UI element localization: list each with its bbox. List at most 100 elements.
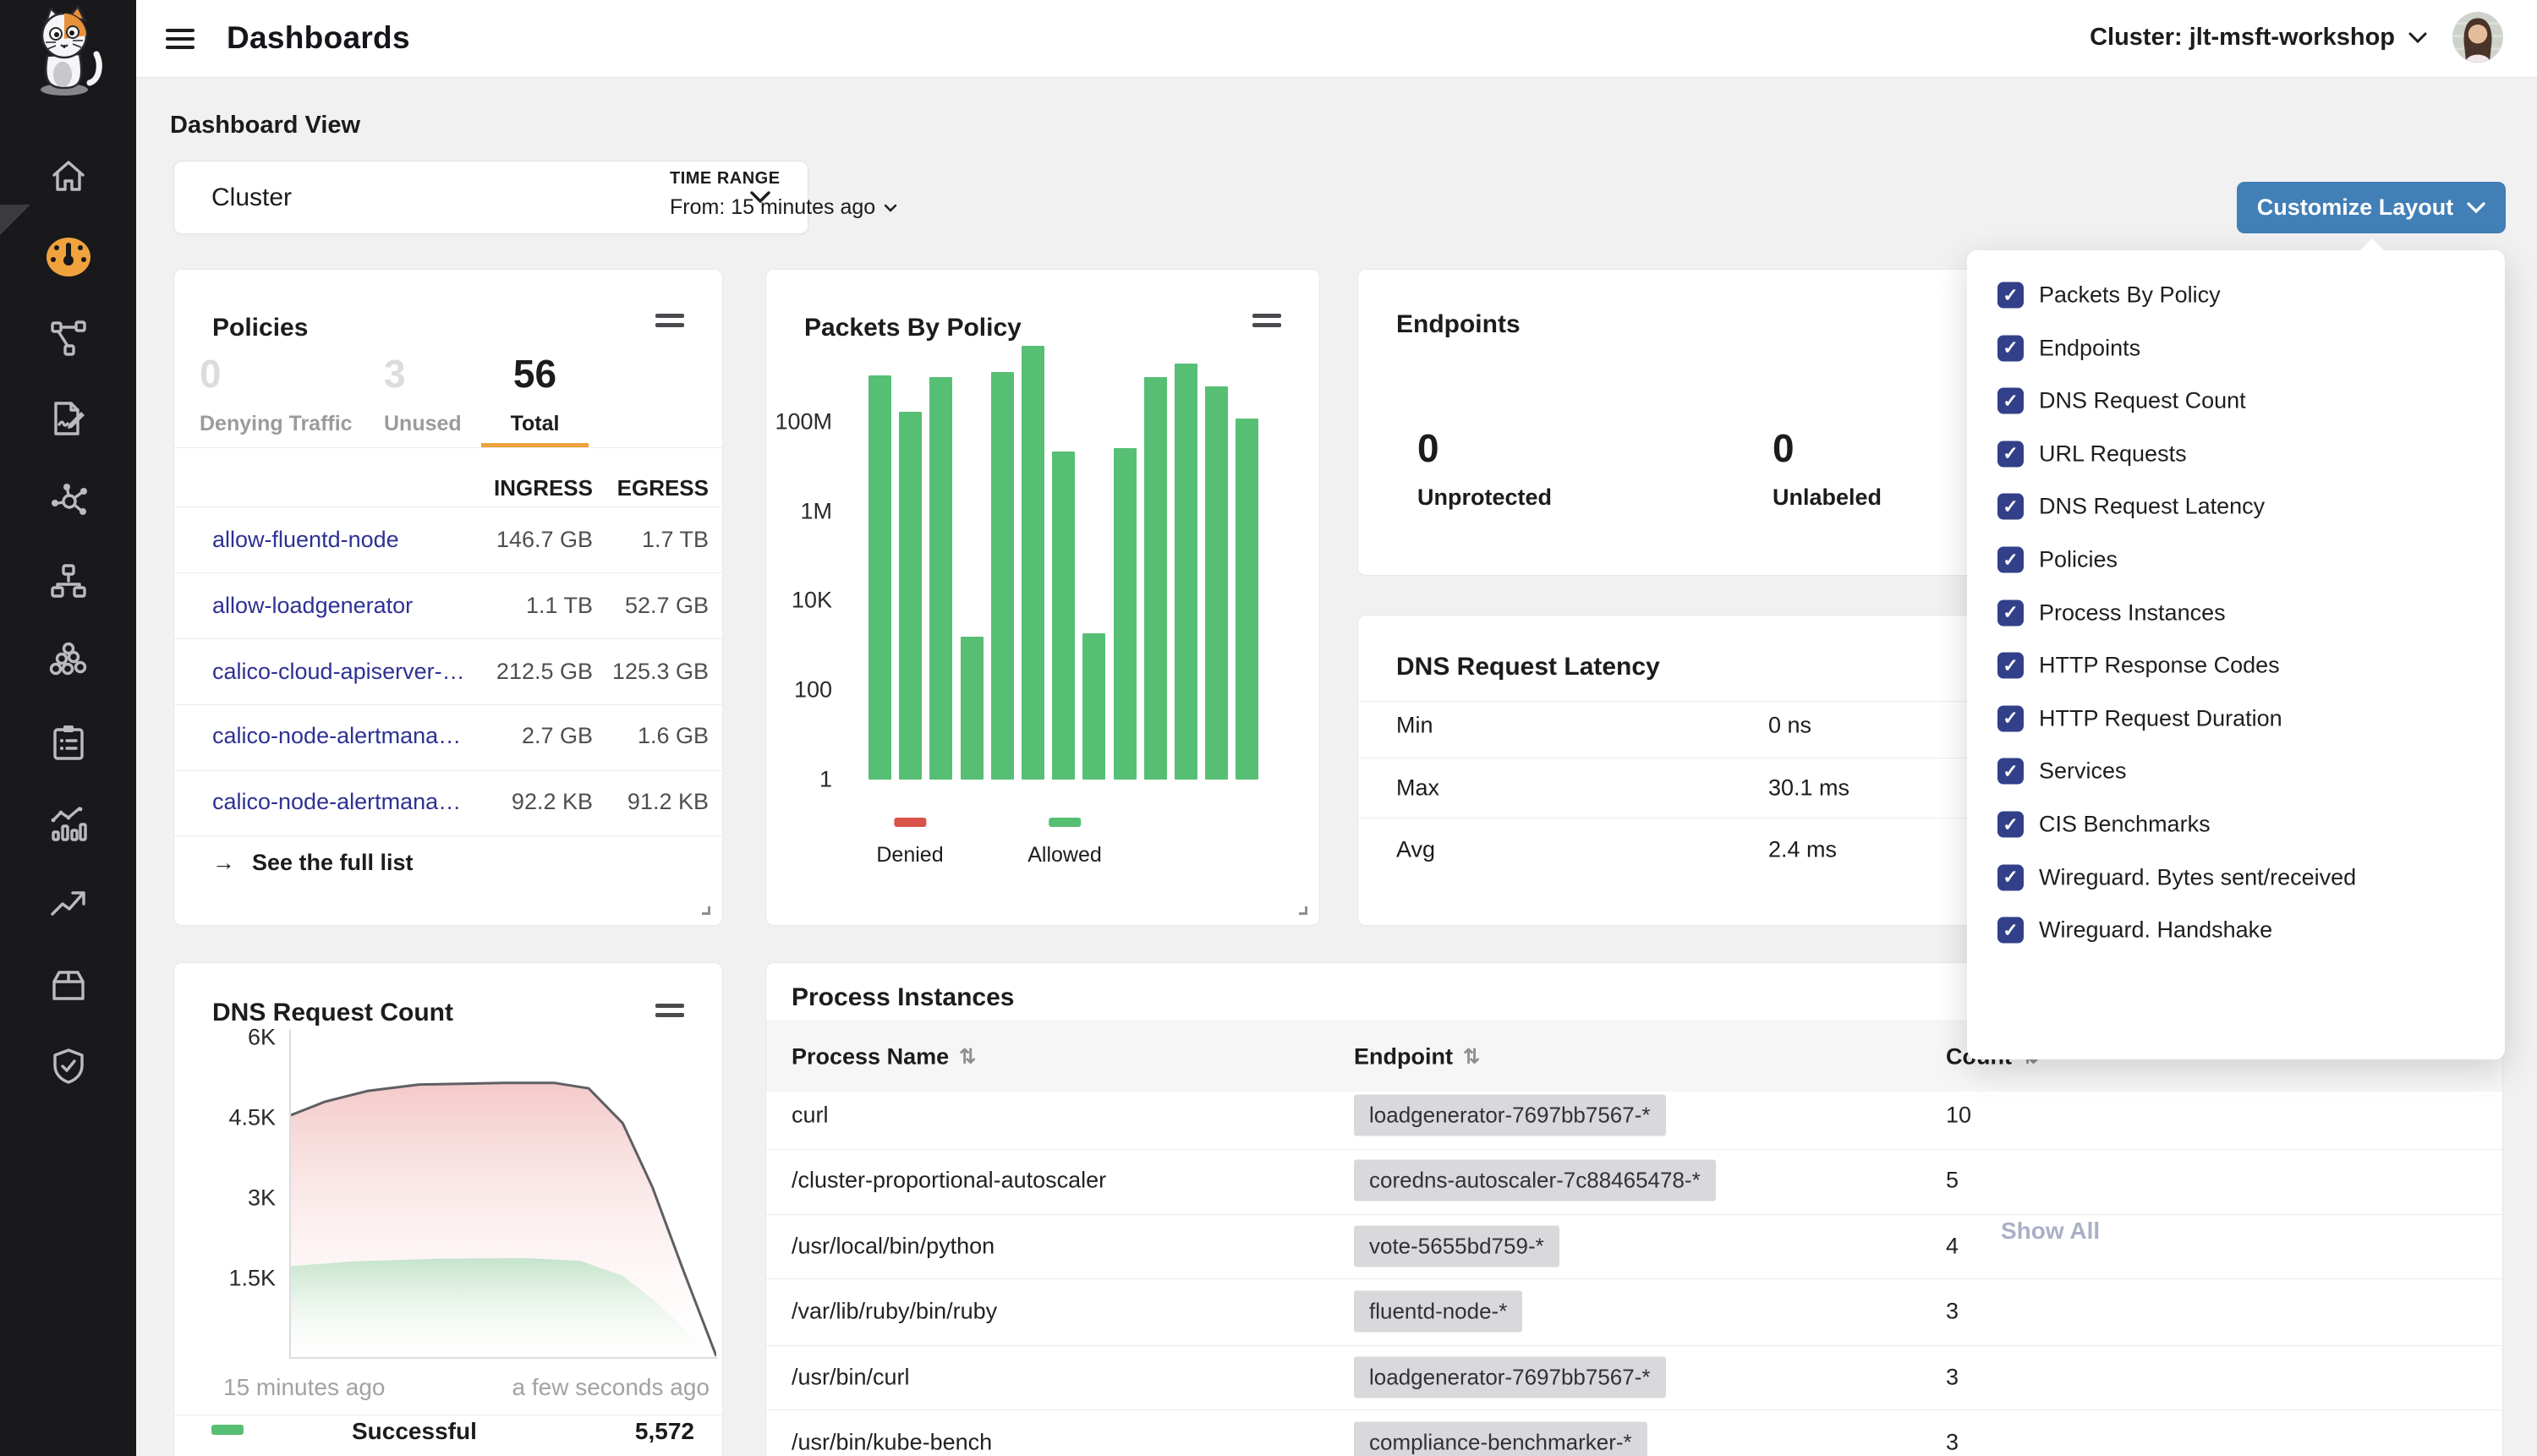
bar-allowed[interactable] (1236, 419, 1258, 780)
card-menu-icon[interactable] (655, 309, 684, 332)
checkbox-checked-icon[interactable]: ✓ (1997, 494, 2024, 520)
policy-link[interactable]: calico-cloud-apiserver-… (212, 659, 465, 685)
card-menu-icon[interactable] (655, 999, 684, 1022)
menu-item[interactable]: ✓ URL Requests (1997, 441, 2187, 467)
policy-egress-value: 1.6 GB (638, 723, 709, 749)
sidebar-item-tree-hierarchy[interactable] (0, 557, 136, 605)
policies-stat-tab[interactable]: 0 Denying Traffic (200, 354, 386, 436)
sidebar-item-clipboard-list[interactable] (0, 719, 136, 766)
checkbox-checked-icon[interactable]: ✓ (1997, 864, 2024, 890)
column-header-endpoint[interactable]: Endpoint⇅ (1354, 1044, 1480, 1070)
policy-link[interactable]: allow-fluentd-node (212, 527, 399, 553)
checkbox-checked-icon[interactable]: ✓ (1997, 282, 2024, 309)
menu-item-label: HTTP Response Codes (2039, 653, 2280, 679)
policy-link[interactable]: calico-node-alertmana… (212, 789, 461, 815)
sidebar-item-package-box[interactable] (0, 961, 136, 1009)
sidebar-item-dashboard-gauge-active[interactable] (0, 233, 136, 281)
bar-allowed[interactable] (1022, 346, 1044, 780)
policies-stat-tab[interactable]: 56 Total (481, 354, 589, 436)
bar-allowed[interactable] (1114, 448, 1137, 780)
bar-allowed[interactable] (961, 637, 984, 780)
policy-egress-value: 91.2 KB (627, 789, 709, 815)
menu-item[interactable]: ✓ HTTP Request Duration (1997, 705, 2282, 731)
endpoint-chip[interactable]: fluentd-node-* (1354, 1291, 1522, 1333)
process-count: 3 (1946, 1299, 1959, 1325)
checkbox-checked-icon[interactable]: ✓ (1997, 917, 2024, 944)
sidebar-item-shield-check[interactable] (0, 1043, 136, 1090)
resize-handle[interactable] (702, 906, 710, 915)
home-icon (48, 156, 89, 197)
menu-item[interactable]: ✓ Wireguard. Handshake (1997, 917, 2272, 944)
policies-stat-tab[interactable]: 3 Unused (384, 354, 485, 436)
resize-handle[interactable] (1299, 906, 1307, 915)
x-axis-label-left: 15 minutes ago (223, 1374, 385, 1401)
sidebar-item-service-graph[interactable] (0, 315, 136, 362)
checkbox-checked-icon[interactable]: ✓ (1997, 547, 2024, 573)
time-range: TIME RANGE From: 15 minutes ago (670, 169, 897, 220)
bar-allowed[interactable] (1205, 386, 1228, 780)
checkbox-checked-icon[interactable]: ✓ (1997, 758, 2024, 785)
time-range-value[interactable]: From: 15 minutes ago (670, 195, 897, 220)
menu-item[interactable]: ✓ Services (1997, 758, 2127, 785)
sidebar-item-cluster-circles[interactable] (0, 638, 136, 685)
stat-label: Unlabeled (1773, 484, 1882, 511)
checkbox-checked-icon[interactable]: ✓ (1997, 599, 2024, 626)
bar-allowed[interactable] (1144, 377, 1167, 780)
bar-allowed[interactable] (929, 377, 952, 780)
sidebar-item-report-chart[interactable] (0, 800, 136, 847)
chevron-down-icon (2467, 202, 2485, 214)
sidebar-item-policy-editor[interactable] (0, 395, 136, 442)
endpoint-chip[interactable]: compliance-benchmarker-* (1354, 1422, 1647, 1456)
endpoint-chip[interactable]: vote-5655bd759-* (1354, 1226, 1559, 1267)
stat-value: 0 (1417, 429, 1552, 468)
policy-link[interactable]: calico-node-alertmana… (212, 723, 461, 749)
menu-item[interactable]: ✓ Endpoints (1997, 335, 2140, 361)
sidebar-item-trend-arrow[interactable] (0, 880, 136, 928)
see-full-list-link[interactable]: → See the full list (212, 850, 414, 876)
menu-item[interactable]: ✓ DNS Request Latency (1997, 494, 2265, 520)
bar-allowed[interactable] (1175, 364, 1197, 780)
checkbox-checked-icon[interactable]: ✓ (1997, 388, 2024, 414)
sort-icon[interactable]: ⇅ (959, 1045, 976, 1070)
card-title: Policies (212, 314, 308, 342)
customize-layout-button[interactable]: Customize Layout (2237, 182, 2506, 233)
endpoint-chip[interactable]: loadgenerator-7697bb7567-* (1354, 1357, 1666, 1399)
menu-item[interactable]: ✓ Packets By Policy (1997, 282, 2221, 309)
cluster-circles-icon (48, 641, 89, 681)
column-header-process-name[interactable]: Process Name⇅ (792, 1044, 976, 1070)
menu-item[interactable]: ✓ CIS Benchmarks (1997, 812, 2211, 838)
user-avatar[interactable] (2452, 12, 2503, 63)
bar-allowed[interactable] (1052, 452, 1075, 780)
checkbox-checked-icon[interactable]: ✓ (1997, 812, 2024, 838)
endpoint-chip[interactable]: loadgenerator-7697bb7567-* (1354, 1095, 1666, 1136)
bar-allowed[interactable] (991, 372, 1014, 780)
legend-item[interactable]: Allowed (1027, 816, 1102, 868)
bar-allowed[interactable] (1082, 633, 1105, 780)
checkbox-checked-icon[interactable]: ✓ (1997, 335, 2024, 361)
bar-allowed[interactable] (868, 375, 891, 780)
sidebar-item-network-nodes[interactable] (0, 476, 136, 523)
menu-item[interactable]: ✓ Process Instances (1997, 599, 2226, 626)
section-label: Dashboard View (170, 112, 360, 140)
menu-item[interactable]: ✓ DNS Request Count (1997, 388, 2246, 414)
checkbox-checked-icon[interactable]: ✓ (1997, 653, 2024, 679)
endpoint-chip[interactable]: coredns-autoscaler-7c88465478-* (1354, 1160, 1716, 1201)
menu-item[interactable]: ✓ Policies (1997, 547, 2118, 573)
policy-link[interactable]: allow-loadgenerator (212, 593, 413, 619)
chevron-down-icon (884, 204, 897, 212)
checkbox-checked-icon[interactable]: ✓ (1997, 705, 2024, 731)
card-menu-icon[interactable] (1252, 309, 1281, 332)
sort-icon[interactable]: ⇅ (1463, 1045, 1480, 1070)
show-all-link[interactable]: Show All (2001, 1218, 2100, 1245)
sidebar-item-home[interactable] (0, 153, 136, 200)
hamburger-menu-icon[interactable] (166, 24, 195, 52)
legend-item[interactable]: Denied (876, 816, 943, 868)
policy-ingress-value: 146.7 GB (496, 527, 593, 553)
calico-cat-logo[interactable] (12, 5, 125, 98)
cluster-selector[interactable]: Cluster: jlt-msft-workshop (2090, 24, 2427, 52)
page-title: Dashboards (227, 20, 410, 56)
bar-allowed[interactable] (899, 412, 922, 780)
checkbox-checked-icon[interactable]: ✓ (1997, 441, 2024, 467)
menu-item[interactable]: ✓ Wireguard. Bytes sent/received (1997, 864, 2356, 890)
menu-item[interactable]: ✓ HTTP Response Codes (1997, 653, 2280, 679)
